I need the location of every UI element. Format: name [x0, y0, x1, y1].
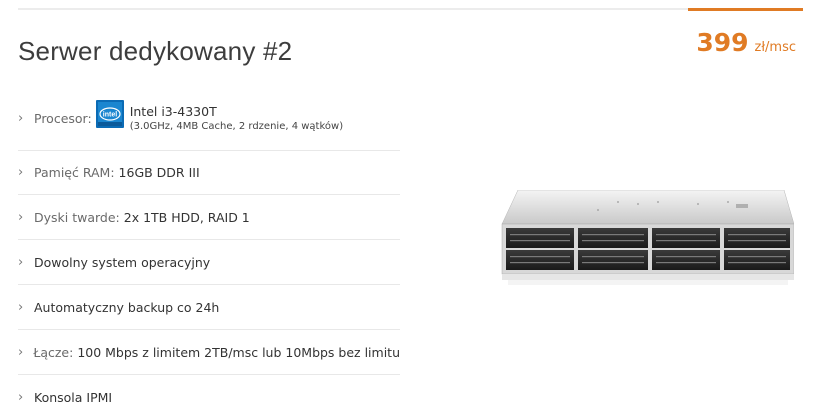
spec-label-link: Łącze:: [33, 344, 74, 360]
spec-row-ipmi: › Konsola IPMI: [18, 375, 400, 419]
product-title: Serwer dedykowany #2: [18, 36, 293, 66]
spec-value-link: 100 Mbps z limitem 2TB/msc lub 10Mbps be…: [73, 344, 400, 360]
chevron-right-icon: ›: [18, 344, 24, 360]
price-unit: zł/msc: [754, 40, 796, 55]
server-image: [501, 190, 794, 285]
chevron-right-icon: ›: [18, 389, 24, 405]
top-divider: [18, 8, 688, 10]
chevron-right-icon: ›: [18, 209, 24, 225]
spec-row-cpu: › Procesor: intel Intel i3-4330T (3.0GHz…: [18, 86, 400, 151]
spec-value-ram: 16GB DDR III: [114, 165, 200, 180]
spec-row-backup: › Automatyczny backup co 24h: [18, 285, 400, 330]
price-accent-bar: [688, 8, 803, 11]
spec-label-disks: Dyski twarde:: [34, 209, 120, 225]
cpu-name: Intel i3-4330T: [129, 104, 217, 119]
spec-list: › Procesor: intel Intel i3-4330T (3.0GHz…: [18, 86, 400, 419]
spec-value-os: Dowolny system operacyjny: [34, 254, 211, 270]
spec-value-backup: Automatyczny backup co 24h: [34, 299, 220, 315]
chevron-right-icon: ›: [18, 254, 24, 270]
spec-value-ipmi: Konsola IPMI: [34, 389, 113, 405]
price-block: 399 zł/msc: [696, 28, 796, 57]
svg-text:intel: intel: [102, 112, 116, 119]
intel-logo-icon: intel: [95, 100, 124, 128]
chevron-right-icon: ›: [18, 165, 24, 180]
spec-value-disks: 2x 1TB HDD, RAID 1: [119, 209, 250, 225]
price-amount: 399: [696, 28, 749, 57]
cpu-details: (3.0GHz, 4MB Cache, 2 rdzenie, 4 wątków): [129, 121, 344, 132]
spec-label-cpu: Procesor:: [34, 110, 92, 126]
spec-row-os: › Dowolny system operacyjny: [18, 240, 400, 285]
spec-row-ram: › Pamięć RAM: 16GB DDR III: [18, 151, 400, 195]
spec-row-disks: › Dyski twarde: 2x 1TB HDD, RAID 1: [18, 195, 400, 240]
chevron-right-icon: ›: [18, 110, 24, 126]
spec-label-ram: Pamięć RAM:: [34, 165, 115, 180]
spec-row-link: › Łącze: 100 Mbps z limitem 2TB/msc lub …: [18, 330, 400, 375]
chevron-right-icon: ›: [18, 299, 24, 315]
cpu-info: Intel i3-4330T (3.0GHz, 4MB Cache, 2 rdz…: [130, 104, 343, 132]
